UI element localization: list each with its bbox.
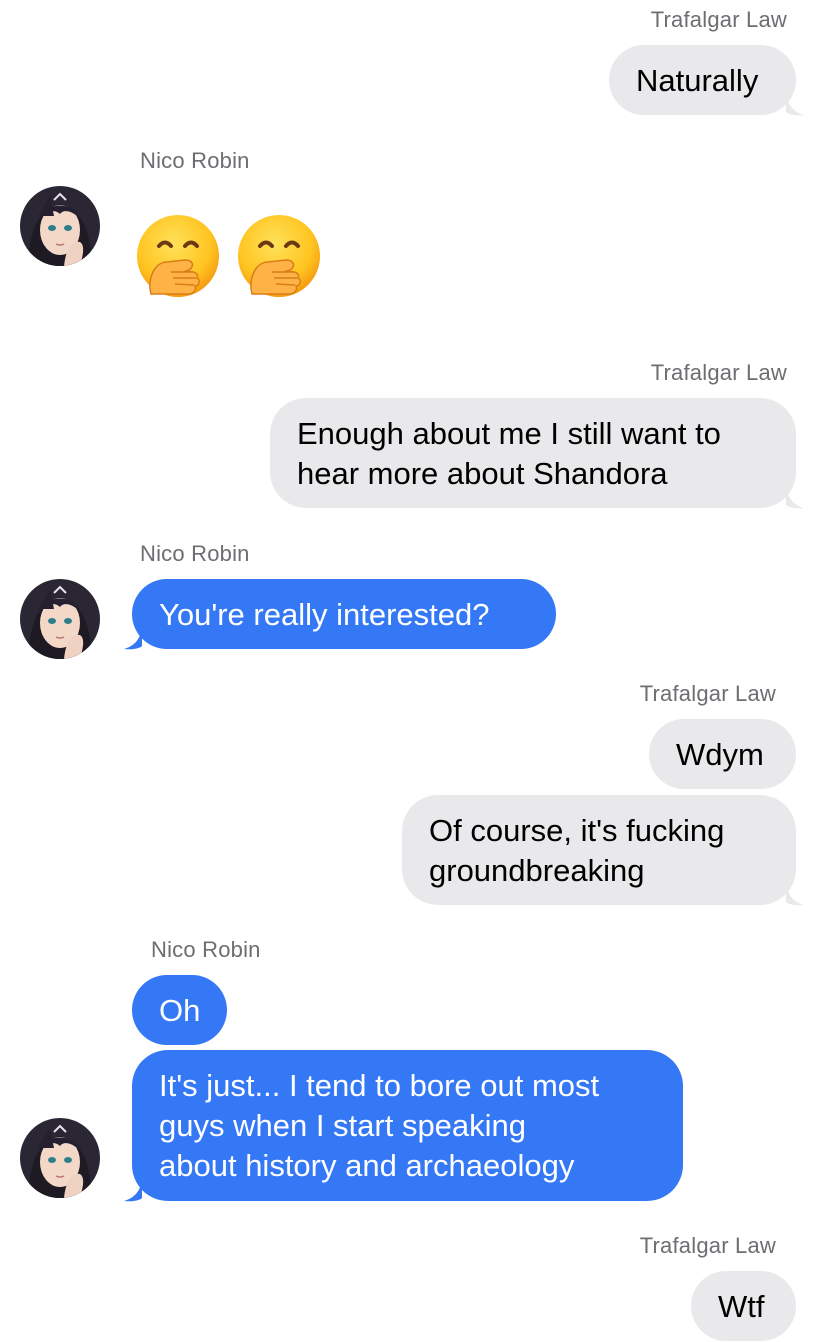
message-bubble-incoming[interactable]: It's just... I tend to bore out most guy…: [132, 1050, 683, 1201]
bubble-tail: [124, 1180, 142, 1202]
avatar[interactable]: [20, 186, 100, 266]
message-text: Oh: [159, 993, 201, 1028]
sender-name: Nico Robin: [140, 541, 250, 566]
message-bubble-incoming[interactable]: You're really interested?: [132, 579, 556, 649]
face-with-hand-over-mouth-emoji[interactable]: [234, 212, 324, 302]
avatar[interactable]: [20, 1118, 100, 1198]
message-bubble-outgoing[interactable]: Wtf: [691, 1271, 796, 1341]
message-text-line: about history and archaeology: [159, 1148, 575, 1183]
message-bubble-outgoing[interactable]: Of course, it's fucking groundbreaking: [402, 795, 796, 905]
bubble-tail: [786, 94, 804, 116]
sender-name: Trafalgar Law: [639, 1233, 776, 1258]
message-text: Naturally: [636, 63, 759, 98]
sender-name: Trafalgar Law: [650, 7, 787, 32]
sender-name: Nico Robin: [140, 148, 250, 173]
bubble-tail: [786, 884, 804, 906]
message-bubble-incoming[interactable]: Oh: [132, 975, 227, 1045]
message-bubble-outgoing[interactable]: Wdym: [649, 719, 796, 789]
sender-name: Nico Robin: [151, 937, 261, 962]
message-text-line: hear more about Shandora: [297, 456, 668, 491]
message-bubble-outgoing[interactable]: Naturally: [609, 45, 796, 115]
message-text: Wdym: [676, 737, 764, 772]
message-text-line: Of course, it's fucking: [429, 813, 725, 848]
message-text-line: It's just... I tend to bore out most: [159, 1068, 600, 1103]
avatar[interactable]: [20, 579, 100, 659]
message-text: Wtf: [718, 1289, 765, 1324]
face-with-hand-over-mouth-emoji[interactable]: [133, 212, 223, 302]
message-text: You're really interested?: [159, 597, 490, 632]
sender-name: Trafalgar Law: [639, 681, 776, 706]
message-text-line: guys when I start speaking: [159, 1108, 527, 1143]
bubble-tail: [124, 628, 142, 650]
message-text-line: Enough about me I still want to: [297, 416, 721, 451]
sender-name: Trafalgar Law: [650, 360, 787, 385]
message-bubble-outgoing[interactable]: Enough about me I still want to hear mor…: [270, 398, 796, 508]
bubble-tail: [786, 487, 804, 509]
message-text-line: groundbreaking: [429, 853, 645, 888]
